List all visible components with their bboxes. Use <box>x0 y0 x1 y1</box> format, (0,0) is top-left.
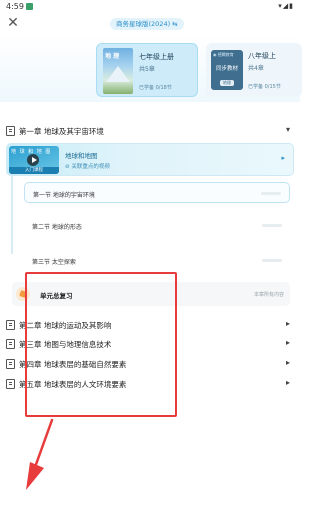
annotation-arrow <box>26 418 54 490</box>
